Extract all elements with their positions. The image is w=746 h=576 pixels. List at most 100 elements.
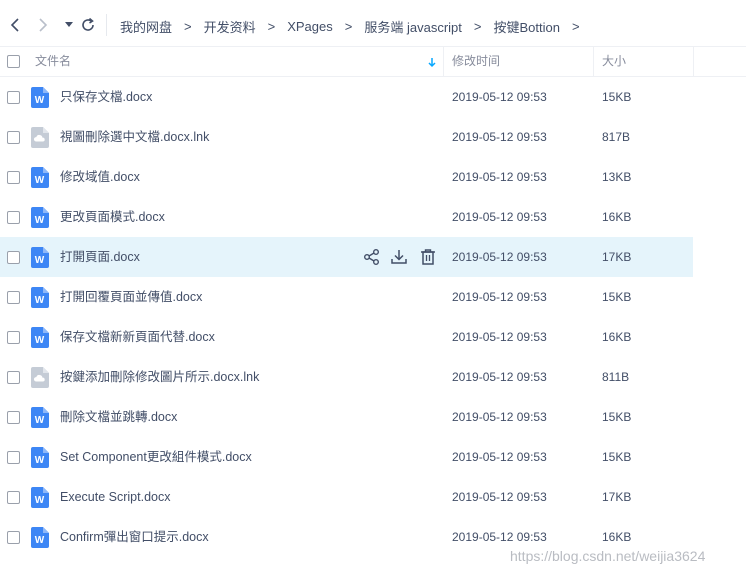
- breadcrumb-separator: >: [473, 18, 482, 34]
- file-name[interactable]: 按鍵添加刪除修改圖片所示.docx.lnk: [60, 357, 259, 397]
- cloud-file-icon: [31, 367, 49, 388]
- row-checkbox[interactable]: [7, 371, 20, 384]
- breadcrumb-item[interactable]: XPages: [287, 19, 333, 34]
- file-name[interactable]: 保存文檔新新頁面代替.docx: [60, 317, 215, 357]
- modified-time: 2019-05-12 09:53: [452, 130, 547, 144]
- breadcrumb-separator: >: [344, 18, 353, 34]
- file-row[interactable]: W 只保存文檔.docx 2019-05-12 09:53 15KB: [0, 77, 693, 117]
- file-row[interactable]: W 修改域值.docx 2019-05-12 09:53 13KB: [0, 157, 693, 197]
- row-checkbox[interactable]: [7, 531, 20, 544]
- column-divider[interactable]: [593, 47, 594, 76]
- file-row[interactable]: 按鍵添加刪除修改圖片所示.docx.lnk 2019-05-12 09:53 811…: [0, 357, 693, 397]
- breadcrumb-separator: >: [184, 18, 192, 34]
- row-checkbox[interactable]: [7, 491, 20, 504]
- sort-down-icon[interactable]: [426, 55, 438, 69]
- history-dropdown-icon[interactable]: [60, 16, 78, 34]
- file-name[interactable]: 更改頁面模式.docx: [60, 197, 165, 237]
- file-size: 811B: [602, 370, 630, 384]
- modified-time: 2019-05-12 09:53: [452, 490, 547, 504]
- file-row[interactable]: W 更改頁面模式.docx 2019-05-12 09:53 16KB: [0, 197, 693, 237]
- svg-text:W: W: [35, 215, 45, 226]
- column-divider[interactable]: [693, 47, 694, 76]
- file-row[interactable]: W 保存文檔新新頁面代替.docx 2019-05-12 09:53 16KB: [0, 317, 693, 357]
- word-doc-icon: W: [31, 487, 49, 508]
- file-size: 15KB: [602, 290, 632, 304]
- file-row[interactable]: W Set Component更改組件模式.docx 2019-05-12 09:5…: [0, 437, 693, 477]
- word-doc-icon: W: [31, 447, 49, 468]
- row-checkbox[interactable]: [7, 411, 20, 424]
- toolbar: 我的网盘 > 开发资料 > XPages > 服务端 javascript > …: [0, 0, 746, 48]
- file-name[interactable]: 修改域值.docx: [60, 157, 140, 197]
- forward-arrow-icon[interactable]: [34, 16, 52, 34]
- word-doc-icon: W: [31, 527, 49, 548]
- file-size: 16KB: [602, 210, 632, 224]
- file-row[interactable]: W 打開頁面.docx 2019-05-12 09:53 17KB: [0, 237, 693, 277]
- trash-icon[interactable]: [419, 248, 437, 266]
- row-checkbox[interactable]: [7, 211, 20, 224]
- row-checkbox[interactable]: [7, 331, 20, 344]
- table-header: 文件名 修改时间 大小: [0, 46, 746, 77]
- file-name[interactable]: Set Component更改組件模式.docx: [60, 437, 252, 477]
- svg-text:W: W: [35, 535, 45, 546]
- breadcrumb-item-current[interactable]: 按键Bottion: [493, 17, 559, 36]
- watermark: https://blog.csdn.net/weijia3624: [510, 548, 706, 564]
- header-modified[interactable]: 修改时间: [452, 47, 500, 76]
- svg-text:W: W: [35, 255, 45, 266]
- word-doc-icon: W: [31, 167, 49, 188]
- modified-time: 2019-05-12 09:53: [452, 370, 547, 384]
- select-all-checkbox[interactable]: [7, 55, 20, 68]
- file-size: 817B: [602, 130, 631, 144]
- file-name[interactable]: 打開回覆頁面並傳值.docx: [60, 277, 202, 317]
- svg-text:W: W: [35, 495, 45, 506]
- modified-time: 2019-05-12 09:53: [452, 170, 547, 184]
- word-doc-icon: W: [31, 287, 49, 308]
- header-size[interactable]: 大小: [602, 47, 626, 76]
- svg-text:W: W: [35, 455, 45, 466]
- file-name[interactable]: 只保存文檔.docx: [60, 77, 152, 117]
- file-name[interactable]: 刪除文檔並跳轉.docx: [60, 397, 177, 437]
- file-name[interactable]: Confirm彈出窗口提示.docx: [60, 517, 209, 557]
- row-checkbox[interactable]: [7, 91, 20, 104]
- back-arrow-icon[interactable]: [6, 16, 24, 34]
- modified-time: 2019-05-12 09:53: [452, 250, 547, 264]
- row-checkbox[interactable]: [7, 291, 20, 304]
- modified-time: 2019-05-12 09:53: [452, 450, 547, 464]
- row-checkbox[interactable]: [7, 451, 20, 464]
- word-doc-icon: W: [31, 407, 49, 428]
- file-size: 13KB: [602, 170, 632, 184]
- modified-time: 2019-05-12 09:53: [452, 410, 547, 424]
- breadcrumb: 我的网盘 > 开发资料 > XPages > 服务端 javascript > …: [120, 0, 592, 52]
- toolbar-divider: [106, 14, 107, 36]
- word-doc-icon: W: [31, 207, 49, 228]
- file-row[interactable]: W Execute Script.docx 2019-05-12 09:53 17KB: [0, 477, 693, 517]
- svg-text:W: W: [35, 95, 45, 106]
- svg-text:W: W: [35, 335, 45, 346]
- row-checkbox[interactable]: [7, 171, 20, 184]
- file-row[interactable]: W 打開回覆頁面並傳值.docx 2019-05-12 09:53 15KB: [0, 277, 693, 317]
- breadcrumb-separator[interactable]: >: [572, 19, 580, 34]
- svg-text:W: W: [35, 295, 45, 306]
- modified-time: 2019-05-12 09:53: [452, 290, 547, 304]
- breadcrumb-item[interactable]: 我的网盘: [120, 17, 172, 36]
- column-divider[interactable]: [443, 47, 444, 76]
- file-size: 15KB: [602, 450, 632, 464]
- row-checkbox[interactable]: [7, 251, 20, 264]
- file-size: 15KB: [602, 410, 632, 424]
- svg-text:W: W: [35, 175, 45, 186]
- header-filename[interactable]: 文件名: [35, 47, 71, 76]
- file-size: 17KB: [602, 250, 632, 264]
- file-name[interactable]: 打開頁面.docx: [60, 237, 140, 277]
- download-icon[interactable]: [390, 248, 408, 266]
- file-row[interactable]: W 刪除文檔並跳轉.docx 2019-05-12 09:53 15KB: [0, 397, 693, 437]
- modified-time: 2019-05-12 09:53: [452, 90, 547, 104]
- file-name[interactable]: 視圖刪除選中文檔.docx.lnk: [60, 117, 209, 157]
- breadcrumb-item[interactable]: 开发资料: [204, 17, 256, 36]
- file-row[interactable]: 視圖刪除選中文檔.docx.lnk 2019-05-12 09:53 817B: [0, 117, 693, 157]
- breadcrumb-item[interactable]: 服务端 javascript: [364, 17, 462, 36]
- refresh-icon[interactable]: [79, 16, 97, 34]
- cloud-file-icon: [31, 127, 49, 148]
- row-checkbox[interactable]: [7, 131, 20, 144]
- file-size: 16KB: [602, 330, 632, 344]
- file-name[interactable]: Execute Script.docx: [60, 477, 170, 517]
- share-icon[interactable]: [363, 248, 381, 266]
